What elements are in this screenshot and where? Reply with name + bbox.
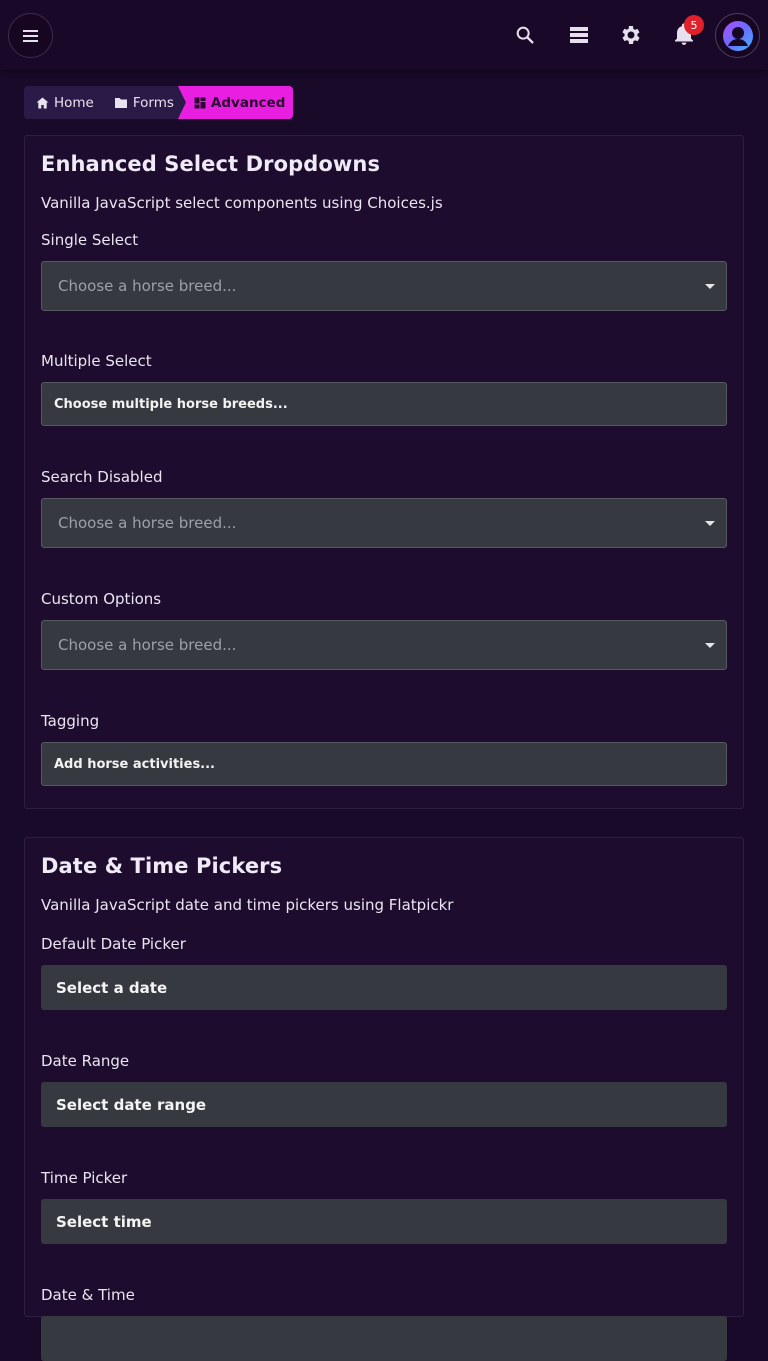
time-picker-input[interactable]: Select time bbox=[41, 1199, 727, 1244]
avatar[interactable] bbox=[715, 13, 760, 58]
breadcrumb-current: Advanced bbox=[177, 86, 294, 119]
search-disabled-placeholder: Choose a horse breed... bbox=[58, 514, 237, 532]
date-range-placeholder: Select date range bbox=[56, 1095, 207, 1114]
home-icon bbox=[36, 97, 49, 108]
dashboard-icon bbox=[194, 97, 206, 108]
tagging-input[interactable]: Add horse activities... bbox=[41, 742, 727, 786]
breadcrumb-forms[interactable]: Forms bbox=[101, 86, 186, 119]
card-title: Date & Time Pickers bbox=[41, 854, 283, 878]
search-icon bbox=[516, 26, 534, 44]
date-range-input[interactable]: Select date range bbox=[41, 1082, 727, 1127]
date-time-pickers-card: Date & Time Pickers Vanilla JavaScript d… bbox=[24, 837, 744, 1361]
multiple-select-label: Multiple Select bbox=[41, 352, 152, 370]
stack-button[interactable] bbox=[565, 21, 593, 49]
single-select-label: Single Select bbox=[41, 231, 139, 249]
date-time-input[interactable] bbox=[41, 1316, 727, 1361]
breadcrumb-home[interactable]: Home bbox=[24, 86, 102, 119]
settings-button[interactable] bbox=[617, 21, 645, 49]
menu-icon bbox=[22, 29, 38, 42]
card-description: Vanilla JavaScript select components usi… bbox=[41, 194, 443, 212]
chevron-down-icon bbox=[705, 521, 715, 526]
notification-badge: 5 bbox=[684, 15, 704, 35]
select-dropdowns-card: Enhanced Select Dropdowns Vanilla JavaSc… bbox=[24, 135, 744, 809]
multiple-select-placeholder: Choose multiple horse breeds... bbox=[54, 396, 288, 412]
stack-icon bbox=[570, 27, 588, 43]
time-picker-placeholder: Select time bbox=[56, 1212, 152, 1231]
card-description: Vanilla JavaScript date and time pickers… bbox=[41, 896, 454, 914]
date-time-label: Date & Time bbox=[41, 1286, 135, 1304]
search-disabled-select[interactable]: Choose a horse breed... bbox=[41, 498, 727, 548]
tagging-label: Tagging bbox=[41, 712, 100, 730]
multiple-select[interactable]: Choose multiple horse breeds... bbox=[41, 382, 727, 426]
user-icon bbox=[722, 20, 753, 51]
search-button[interactable] bbox=[511, 21, 539, 49]
default-date-input[interactable]: Select a date bbox=[41, 965, 727, 1010]
breadcrumb-home-label: Home bbox=[54, 94, 94, 111]
breadcrumb-forms-label: Forms bbox=[132, 94, 174, 111]
chevron-down-icon bbox=[705, 643, 715, 648]
top-bar: 5 bbox=[0, 0, 768, 70]
date-range-label: Date Range bbox=[41, 1052, 130, 1070]
default-date-placeholder: Select a date bbox=[56, 978, 168, 997]
gear-icon bbox=[622, 26, 640, 44]
menu-button[interactable] bbox=[8, 13, 53, 58]
card-title: Enhanced Select Dropdowns bbox=[41, 152, 381, 176]
tagging-placeholder: Add horse activities... bbox=[54, 756, 215, 772]
custom-options-select[interactable]: Choose a horse breed... bbox=[41, 620, 727, 670]
breadcrumb: Home Forms Advanced bbox=[24, 86, 294, 119]
search-disabled-label: Search Disabled bbox=[41, 468, 163, 486]
chevron-down-icon bbox=[705, 284, 715, 289]
time-picker-label: Time Picker bbox=[41, 1169, 128, 1187]
single-select[interactable]: Choose a horse breed... bbox=[41, 261, 727, 311]
single-select-placeholder: Choose a horse breed... bbox=[58, 277, 237, 295]
folder-icon bbox=[114, 97, 127, 108]
custom-options-label: Custom Options bbox=[41, 590, 162, 608]
custom-options-placeholder: Choose a horse breed... bbox=[58, 636, 237, 654]
default-date-label: Default Date Picker bbox=[41, 935, 186, 953]
breadcrumb-current-label: Advanced bbox=[210, 94, 286, 111]
